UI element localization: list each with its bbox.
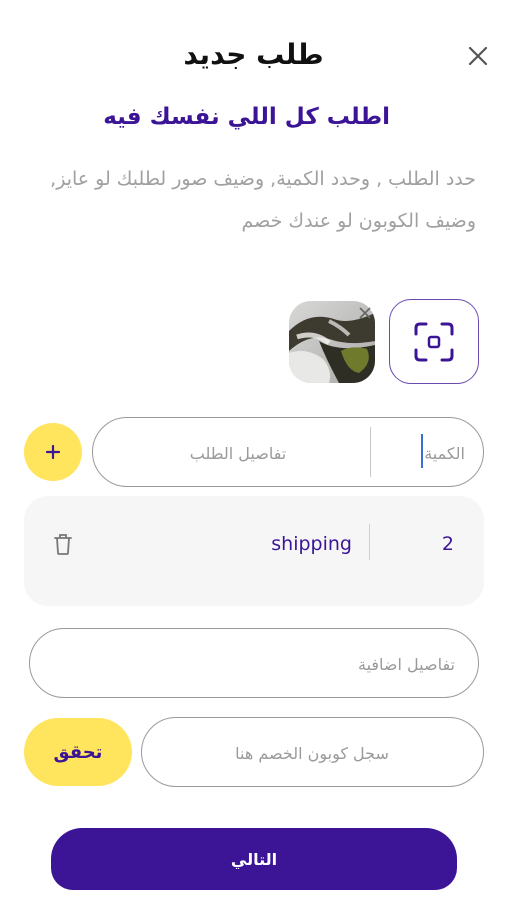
add-item-button[interactable] xyxy=(24,423,82,481)
order-entry-row xyxy=(92,417,484,487)
delete-item-button[interactable] xyxy=(52,532,74,556)
headline: اطلب كل اللي نفسك فيه xyxy=(103,104,390,130)
description: حدد الطلب , وحدد الكمية, وضيف صور لطلبك … xyxy=(50,168,476,232)
order-item-card: 2 shipping xyxy=(24,496,484,606)
remove-photo-button[interactable] xyxy=(353,303,377,323)
trash-icon xyxy=(54,534,72,555)
extra-details-field xyxy=(29,628,479,698)
item-name: shipping xyxy=(271,533,352,555)
scan-button[interactable] xyxy=(389,299,479,384)
text-cursor xyxy=(421,434,423,468)
coupon-field xyxy=(141,717,484,787)
close-button[interactable] xyxy=(462,40,494,72)
plus-icon xyxy=(45,444,61,460)
verify-coupon-button[interactable]: تحقق xyxy=(24,718,132,786)
close-icon xyxy=(359,307,371,319)
page-title: طلب جديد xyxy=(183,38,324,71)
close-icon xyxy=(468,46,488,66)
field-divider xyxy=(370,427,371,477)
item-quantity: 2 xyxy=(441,533,454,555)
extra-details-input[interactable] xyxy=(50,639,455,689)
item-divider xyxy=(369,524,370,560)
coupon-input[interactable] xyxy=(162,728,462,778)
scan-icon xyxy=(414,322,454,361)
order-details-input[interactable] xyxy=(123,428,353,478)
next-button[interactable]: التالي xyxy=(51,828,457,890)
